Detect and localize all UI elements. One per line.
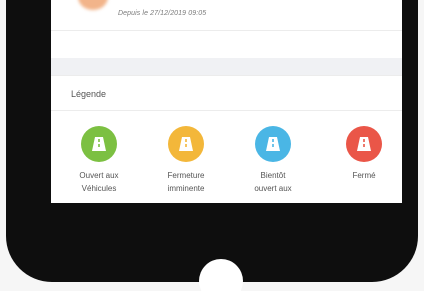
- divider: [51, 110, 402, 111]
- road-marking: [272, 139, 274, 142]
- legend-label: Fermé: [352, 171, 376, 180]
- road-marking: [363, 139, 365, 142]
- road-marking: [98, 144, 100, 147]
- phone-frame: Depuis le 27/12/2019 09:05 Légende Ouver…: [6, 0, 418, 282]
- legend-item-closed: Fermé: [329, 126, 399, 182]
- road-marking: [185, 144, 187, 147]
- legend-item-closing-soon: Fermeture imminente: [151, 126, 221, 195]
- legend-label: Ouvert aux Véhicules: [79, 171, 119, 193]
- road-marking: [185, 139, 187, 142]
- road-marking: [272, 144, 274, 147]
- road-opening-icon: [255, 126, 291, 162]
- road-open-icon: [81, 126, 117, 162]
- stage: Depuis le 27/12/2019 09:05 Légende Ouver…: [0, 0, 424, 291]
- road-closed-icon: [346, 126, 382, 162]
- legend-label: Bientôt ouvert aux: [254, 171, 292, 193]
- road-closing-icon: [168, 126, 204, 162]
- divider: [51, 75, 402, 76]
- legend-item-open-vehicles: Ouvert aux Véhicules: [64, 126, 134, 195]
- road-marking: [363, 144, 365, 147]
- road-marking: [98, 139, 100, 142]
- since-date-text: Depuis le 27/12/2019 09:05: [118, 10, 207, 17]
- legend-title: Légende: [71, 89, 107, 99]
- legend-item-opening-soon: Bientôt ouvert aux: [238, 126, 308, 195]
- legend-row: Ouvert aux Véhicules Fermeture imminente…: [51, 126, 402, 203]
- section-separator: [51, 58, 402, 75]
- divider: [51, 30, 402, 31]
- legend-label: Fermeture imminente: [167, 171, 205, 193]
- status-indicator-icon: [78, 0, 108, 10]
- phone-screen: Depuis le 27/12/2019 09:05 Légende Ouver…: [51, 0, 402, 203]
- status-row: Depuis le 27/12/2019 09:05: [51, 0, 402, 30]
